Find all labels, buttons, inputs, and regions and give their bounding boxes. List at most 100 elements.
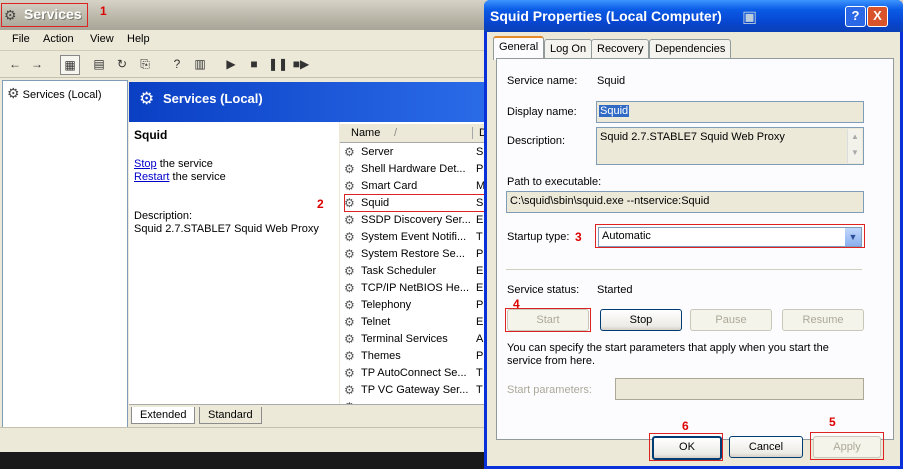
service-description-cell: T — [476, 367, 483, 379]
table-row[interactable]: ⚙ Telephony P — [344, 297, 484, 314]
table-row[interactable]: ⚙ Telnet E — [344, 314, 484, 331]
service-name: SSDP Discovery Ser... — [361, 214, 471, 226]
properties-icon[interactable]: ▤ — [90, 55, 108, 73]
path-value: C:\squid\sbin\squid.exe --ntservice:Squi… — [510, 195, 710, 207]
description-text: Squid 2.7.STABLE7 Squid Web Proxy — [134, 223, 319, 235]
service-gear-icon: ⚙ — [344, 179, 355, 193]
help-button[interactable]: ? — [845, 6, 866, 27]
startup-type-select[interactable]: Automatic ▼ — [598, 227, 862, 247]
service-name: System Event Notifi... — [361, 231, 467, 243]
resume-button[interactable]: Resume — [782, 309, 864, 331]
tab-general[interactable]: General — [493, 36, 545, 60]
service-gear-icon: ⚙ — [344, 145, 355, 159]
table-row[interactable]: ⚙ TP AutoConnect Se... T — [344, 365, 484, 382]
table-row[interactable]: ⚙ Server S — [344, 144, 484, 161]
sort-indicator-icon: / — [394, 127, 398, 139]
service-gear-icon: ⚙ — [344, 281, 355, 295]
refresh-icon[interactable]: ↻ — [113, 55, 131, 73]
table-row[interactable]: ⚙ Themes P — [344, 348, 484, 365]
service-gear-icon: ⚙ — [344, 264, 355, 278]
back-arrow-icon[interactable]: ← — [6, 55, 24, 73]
stop-service-text: the service — [156, 158, 213, 170]
table-row[interactable]: ⚙ Terminal Services A — [344, 331, 484, 348]
menu-file[interactable]: File — [12, 33, 30, 45]
tab-recovery[interactable]: Recovery — [591, 39, 650, 58]
cancel-button[interactable]: Cancel — [729, 436, 803, 458]
tree-item-services-local[interactable]: ⚙ Services (Local) — [7, 85, 101, 102]
view-icon[interactable]: ▥ — [191, 55, 209, 73]
service-name: Shell Hardware Det... — [361, 163, 466, 175]
service-description-cell: E — [476, 214, 484, 226]
table-row[interactable]: ⚙ SSDP Discovery Ser... E — [344, 212, 484, 229]
callout-number-5: 5 — [829, 415, 836, 429]
service-gear-icon: ⚙ — [344, 247, 355, 261]
close-button[interactable]: X — [867, 6, 888, 27]
services-list[interactable]: Name / D ⚙ Server S ⚙ Shell Hardware Det... P… — [340, 122, 485, 404]
stop-square-icon[interactable]: ■ — [245, 55, 263, 73]
table-row[interactable]: ⚙ Smart Card M — [344, 178, 485, 195]
start-button[interactable]: Start — [507, 309, 589, 331]
services-gear-icon: ⚙ — [139, 89, 155, 108]
table-row[interactable]: ⚙ System Event Notifi... T — [344, 229, 484, 246]
stop-button[interactable]: Stop — [600, 309, 682, 331]
table-row[interactable]: ⚙ TCP/IP NetBIOS He... E — [344, 280, 484, 297]
export-list-icon[interactable]: ⎘ — [136, 55, 154, 73]
status-bar — [0, 427, 490, 450]
console-tree: ⚙ Services (Local) — [2, 80, 128, 428]
dialog-titlebar[interactable]: Squid Properties (Local Computer) ▣ ? X — [484, 0, 903, 32]
description-label: Description: — [134, 210, 193, 222]
stop-service-link[interactable]: Stop — [134, 158, 157, 170]
play-icon[interactable]: ▶ — [222, 55, 240, 73]
table-row[interactable]: ⚙ Shell Hardware Det... P — [344, 161, 484, 178]
restart-icon[interactable]: ■▶ — [292, 55, 310, 73]
services-gear-icon: ⚙ — [7, 85, 20, 101]
tab-dependencies[interactable]: Dependencies — [649, 39, 732, 58]
menu-action[interactable]: Action — [43, 33, 74, 45]
properties-dialog: Squid Properties (Local Computer) ▣ ? X … — [484, 0, 903, 469]
start-parameters-input[interactable] — [615, 378, 864, 400]
service-name: TP VC Gateway Ser... — [361, 384, 469, 396]
services-header-banner: ⚙ Services (Local) — [129, 82, 485, 122]
description-field[interactable]: Squid 2.7.STABLE7 Squid Web Proxy ▲ ▼ — [596, 127, 864, 165]
service-gear-icon: ⚙ — [344, 298, 355, 312]
tab-standard[interactable]: Standard — [199, 407, 262, 424]
column-header-name[interactable]: Name — [351, 127, 380, 139]
table-row[interactable]: ⚙ System Restore Se... P — [344, 246, 484, 263]
help-icon[interactable]: ? — [168, 55, 186, 73]
ok-button[interactable]: OK — [652, 436, 722, 460]
pause-icon[interactable]: ❚❚ — [268, 55, 288, 73]
forward-arrow-icon[interactable]: → — [28, 55, 46, 73]
restart-service-link[interactable]: Restart — [134, 171, 169, 183]
service-gear-icon: ⚙ — [344, 162, 355, 176]
service-name: TCP/IP NetBIOS He... — [361, 282, 469, 294]
chevron-down-icon[interactable]: ▼ — [845, 228, 861, 246]
pause-button[interactable]: Pause — [690, 309, 772, 331]
tab-extended[interactable]: Extended — [131, 407, 196, 424]
menu-view[interactable]: View — [90, 33, 114, 45]
table-row[interactable]: ⚙ Task Scheduler E — [344, 263, 484, 280]
menu-help[interactable]: Help — [127, 33, 150, 45]
apply-button[interactable]: Apply — [813, 436, 881, 458]
service-description-cell: E — [476, 282, 484, 294]
services-header-title: Services (Local) — [163, 91, 263, 106]
service-description-cell: A — [476, 333, 484, 345]
divider — [506, 269, 862, 270]
service-description-cell: P — [476, 299, 484, 311]
service-gear-icon: ⚙ — [344, 315, 355, 329]
description-scrollbar[interactable]: ▲ ▼ — [847, 129, 862, 163]
service-name: Telnet — [361, 316, 391, 328]
show-tree-icon[interactable]: ▦ — [60, 55, 80, 75]
dialog-body: General Log On Recovery Dependencies Ser… — [487, 32, 900, 466]
tab-log-on[interactable]: Log On — [544, 39, 593, 58]
service-gear-icon: ⚙ — [344, 383, 355, 397]
display-name-field[interactable]: Squid — [596, 101, 864, 123]
service-description-cell: P — [476, 248, 484, 260]
stop-service-line: Stop the service — [134, 158, 213, 170]
service-gear-icon: ⚙ — [344, 332, 355, 346]
table-row[interactable]: ⚙ TP VC Gateway Ser... T — [344, 382, 484, 399]
service-description-cell: E — [476, 316, 484, 328]
service-name: TP AutoConnect Se... — [361, 367, 467, 379]
description-value: Squid 2.7.STABLE7 Squid Web Proxy — [600, 131, 785, 143]
tree-item-label: Services (Local) — [22, 89, 102, 101]
display-name-value: Squid — [599, 105, 630, 117]
